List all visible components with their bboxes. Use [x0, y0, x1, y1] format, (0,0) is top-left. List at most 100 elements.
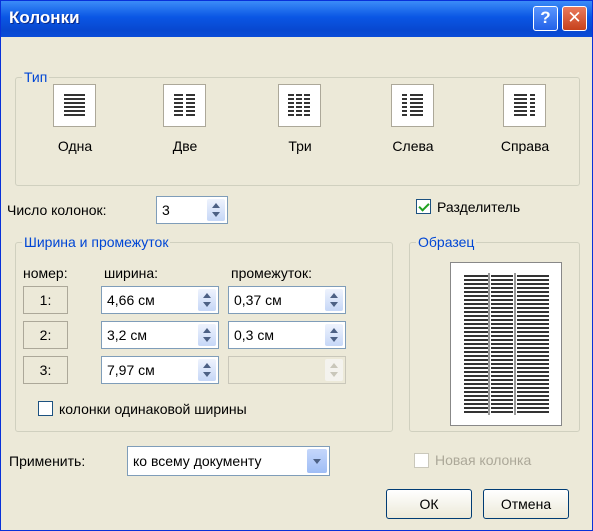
chevron-down-icon[interactable] — [307, 449, 327, 473]
preview-line — [464, 287, 488, 289]
preview-line — [491, 399, 513, 401]
two-columns-icon — [174, 94, 195, 116]
new-column-checkbox — [414, 453, 429, 468]
preview-line — [517, 315, 549, 317]
type-left-button[interactable] — [391, 84, 434, 127]
type-right-label[interactable]: Справа — [485, 138, 565, 154]
preview-line — [464, 351, 488, 353]
preview-line — [517, 411, 549, 413]
preview-line — [491, 291, 513, 293]
preview-line — [464, 403, 488, 405]
spin-arrows-icon[interactable] — [325, 324, 343, 346]
preview-line — [464, 295, 488, 297]
row-3-width-input[interactable]: 7,97 см — [101, 356, 219, 384]
spin-arrows-icon[interactable] — [325, 289, 343, 311]
preview-line — [491, 359, 513, 361]
type-two-label[interactable]: Две — [145, 138, 225, 154]
preview-line — [491, 355, 513, 357]
preview-line — [517, 339, 549, 341]
help-button[interactable]: ? — [533, 6, 558, 31]
preview-line — [517, 391, 549, 393]
preview-line — [464, 411, 488, 413]
preview-line — [464, 307, 488, 309]
type-two-button[interactable] — [163, 84, 206, 127]
preview-line — [464, 275, 488, 277]
preview-line — [464, 375, 488, 377]
preview-line — [491, 279, 513, 281]
type-right-button[interactable] — [503, 84, 546, 127]
preview-separator-line — [514, 273, 516, 415]
row-1-width-input[interactable]: 4,66 см — [101, 286, 219, 314]
equal-width-checkbox[interactable] — [38, 401, 53, 416]
preview-line — [464, 343, 488, 345]
left-columns-icon — [402, 94, 423, 116]
header-number: номер: — [23, 265, 68, 281]
preview-line — [517, 283, 549, 285]
preview-line — [464, 359, 488, 361]
preview-line — [464, 335, 488, 337]
spin-arrows-icon[interactable] — [198, 289, 216, 311]
preview-line — [517, 371, 549, 373]
type-one-label[interactable]: Одна — [35, 138, 115, 154]
preview-line — [464, 283, 488, 285]
preview-line — [491, 283, 513, 285]
preview-line — [517, 287, 549, 289]
row-3-number: 3: — [23, 356, 68, 384]
type-one-button[interactable] — [53, 84, 96, 127]
preview-line — [517, 323, 549, 325]
preview-page — [450, 262, 562, 426]
preview-line — [517, 399, 549, 401]
one-column-icon — [64, 94, 85, 116]
separator-checkbox[interactable] — [416, 199, 431, 214]
preview-line — [491, 339, 513, 341]
preview-line — [464, 315, 488, 317]
preview-separator-line — [488, 273, 490, 415]
preview-line — [517, 331, 549, 333]
spin-arrows-icon[interactable] — [198, 359, 216, 381]
type-three-button[interactable] — [278, 84, 321, 127]
width-spacing-legend: Ширина и промежуток — [24, 234, 169, 250]
preview-line — [464, 387, 488, 389]
ok-button[interactable]: ОК — [386, 489, 472, 519]
preview-line — [491, 407, 513, 409]
preview-line — [464, 363, 488, 365]
preview-line — [517, 379, 549, 381]
equal-width-label[interactable]: колонки одинаковой ширины — [59, 401, 247, 417]
row-2-spacing-input[interactable]: 0,3 см — [228, 321, 346, 349]
row-2-width-input[interactable]: 3,2 см — [101, 321, 219, 349]
preview-line — [464, 391, 488, 393]
preview-line — [491, 335, 513, 337]
preview-line — [517, 403, 549, 405]
preview-line — [464, 299, 488, 301]
preview-line — [464, 291, 488, 293]
type-three-label[interactable]: Три — [260, 138, 340, 154]
spin-arrows-icon[interactable] — [207, 199, 225, 221]
close-button[interactable]: ✕ — [562, 6, 587, 31]
preview-line — [464, 323, 488, 325]
preview-line — [464, 339, 488, 341]
preview-line — [491, 343, 513, 345]
preview-line — [491, 411, 513, 413]
preview-line — [491, 363, 513, 365]
type-left-label[interactable]: Слева — [373, 138, 453, 154]
preview-line — [517, 335, 549, 337]
preview-columns-graphic — [464, 273, 549, 415]
preview-line — [491, 295, 513, 297]
preview-line — [491, 319, 513, 321]
preview-line — [517, 351, 549, 353]
preview-line — [491, 371, 513, 373]
preview-line — [491, 299, 513, 301]
column-count-input[interactable]: 3 — [156, 196, 228, 224]
preview-line — [517, 307, 549, 309]
preview-line — [464, 379, 488, 381]
preview-line — [491, 331, 513, 333]
row-1-spacing-input[interactable]: 0,37 см — [228, 286, 346, 314]
title-bar[interactable]: Колонки ? ✕ — [1, 1, 592, 37]
preview-line — [517, 395, 549, 397]
cancel-button[interactable]: Отмена — [483, 489, 569, 519]
separator-label[interactable]: Разделитель — [437, 199, 520, 215]
spin-arrows-icon[interactable] — [198, 324, 216, 346]
preview-line — [491, 391, 513, 393]
header-width: ширина: — [104, 265, 159, 281]
apply-select[interactable]: ко всему документу — [127, 446, 330, 476]
